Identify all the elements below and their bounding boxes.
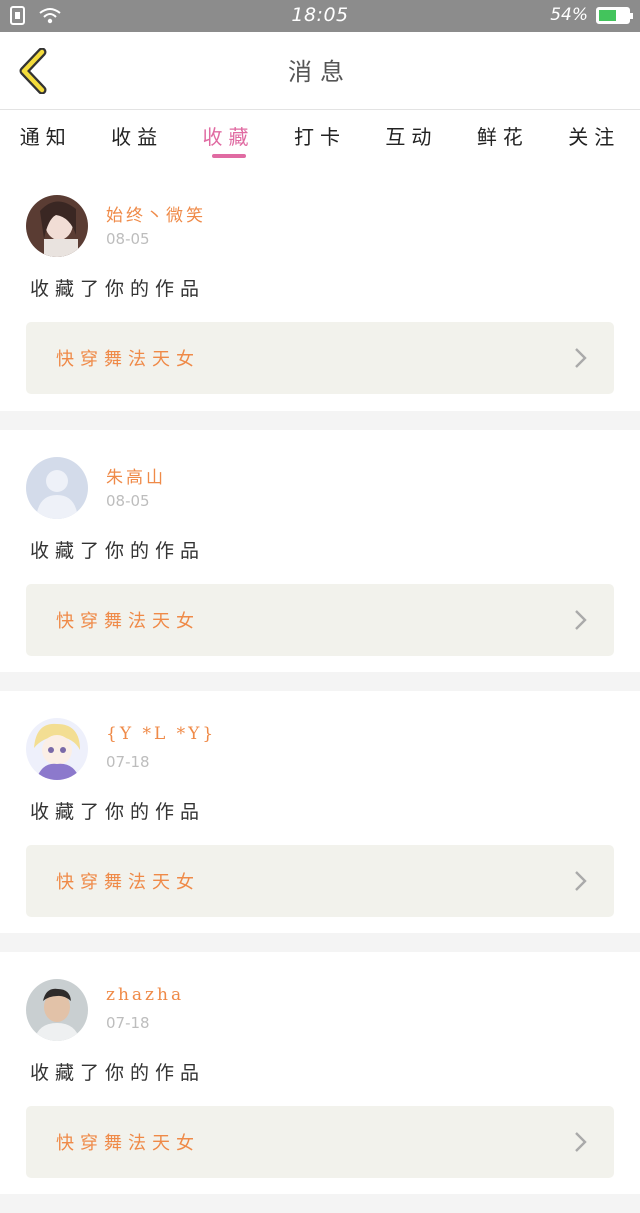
status-bar: 18:05 54%: [0, 0, 640, 32]
tab-earnings[interactable]: 收益: [91, 110, 182, 168]
avatar[interactable]: [26, 195, 88, 257]
tab-interaction[interactable]: 互动: [366, 110, 457, 168]
user-name[interactable]: 朱高山: [106, 463, 166, 488]
action-text: 收藏了你的作品: [30, 801, 206, 823]
tab-bar: 通知 收益 收藏 打卡 互动 鲜花 关注: [0, 110, 640, 168]
tab-favorites[interactable]: 收藏: [183, 110, 274, 168]
user-photo: [26, 979, 88, 1041]
work-title: 快穿舞法天女: [56, 349, 200, 370]
date: 08-05: [106, 230, 150, 248]
user-name[interactable]: 始终丶微笑: [106, 201, 206, 226]
tab-follow[interactable]: 关注: [549, 110, 640, 168]
anime-avatar: [26, 718, 88, 780]
chevron-right-icon: [575, 348, 587, 368]
tab-label: 通知: [19, 125, 72, 149]
avatar[interactable]: [26, 718, 88, 780]
list-item: 始终丶微笑 08-05 收藏了你的作品 快穿舞法天女: [0, 168, 640, 411]
tab-checkin[interactable]: 打卡: [274, 110, 365, 168]
user-photo: [26, 195, 88, 257]
work-link[interactable]: 快穿舞法天女: [26, 845, 614, 917]
tab-flowers[interactable]: 鲜花: [457, 110, 548, 168]
tab-label: 收益: [111, 125, 164, 149]
status-time: 18:05: [291, 4, 349, 26]
avatar[interactable]: [26, 457, 88, 519]
chevron-right-icon: [575, 871, 587, 891]
tab-label: 打卡: [293, 125, 346, 149]
list-item: 朱高山 08-05 收藏了你的作品 快穿舞法天女: [0, 430, 640, 672]
tab-label: 互动: [385, 125, 438, 149]
date: 08-05: [106, 492, 150, 510]
page-title: 消息: [288, 58, 352, 86]
active-tab-indicator: [211, 154, 246, 158]
work-link[interactable]: 快穿舞法天女: [26, 1106, 614, 1178]
user-name[interactable]: zhazha: [106, 985, 184, 1005]
battery-icon: [596, 6, 633, 24]
date: 07-18: [106, 753, 150, 771]
action-text: 收藏了你的作品: [30, 540, 206, 562]
avatar[interactable]: [26, 979, 88, 1041]
action-text: 收藏了你的作品: [30, 1062, 206, 1084]
work-link[interactable]: 快穿舞法天女: [26, 322, 614, 394]
message-list: 始终丶微笑 08-05 收藏了你的作品 快穿舞法天女 朱高山 08-05 收藏了…: [0, 168, 640, 1213]
date: 07-18: [106, 1014, 150, 1032]
status-right-icons: 54%: [550, 5, 633, 25]
action-text: 收藏了你的作品: [30, 278, 206, 300]
list-item: zhazha 07-18 收藏了你的作品 快穿舞法天女: [0, 952, 640, 1194]
chevron-right-icon: [575, 1132, 587, 1152]
work-title: 快穿舞法天女: [56, 872, 200, 893]
battery-percent: 54%: [550, 5, 588, 25]
tab-label: 鲜花: [476, 125, 529, 149]
tab-label: 收藏: [202, 125, 255, 149]
user-name[interactable]: {Y *L *Y}: [106, 724, 216, 744]
tab-notice[interactable]: 通知: [0, 110, 91, 168]
default-avatar-icon: [26, 457, 88, 519]
work-title: 快穿舞法天女: [56, 611, 200, 632]
tab-label: 关注: [568, 125, 621, 149]
work-title: 快穿舞法天女: [56, 1133, 200, 1154]
chevron-right-icon: [575, 610, 587, 630]
app-header: 消息: [0, 32, 640, 110]
work-link[interactable]: 快穿舞法天女: [26, 584, 614, 656]
list-item: {Y *L *Y} 07-18 收藏了你的作品 快穿舞法天女: [0, 691, 640, 933]
